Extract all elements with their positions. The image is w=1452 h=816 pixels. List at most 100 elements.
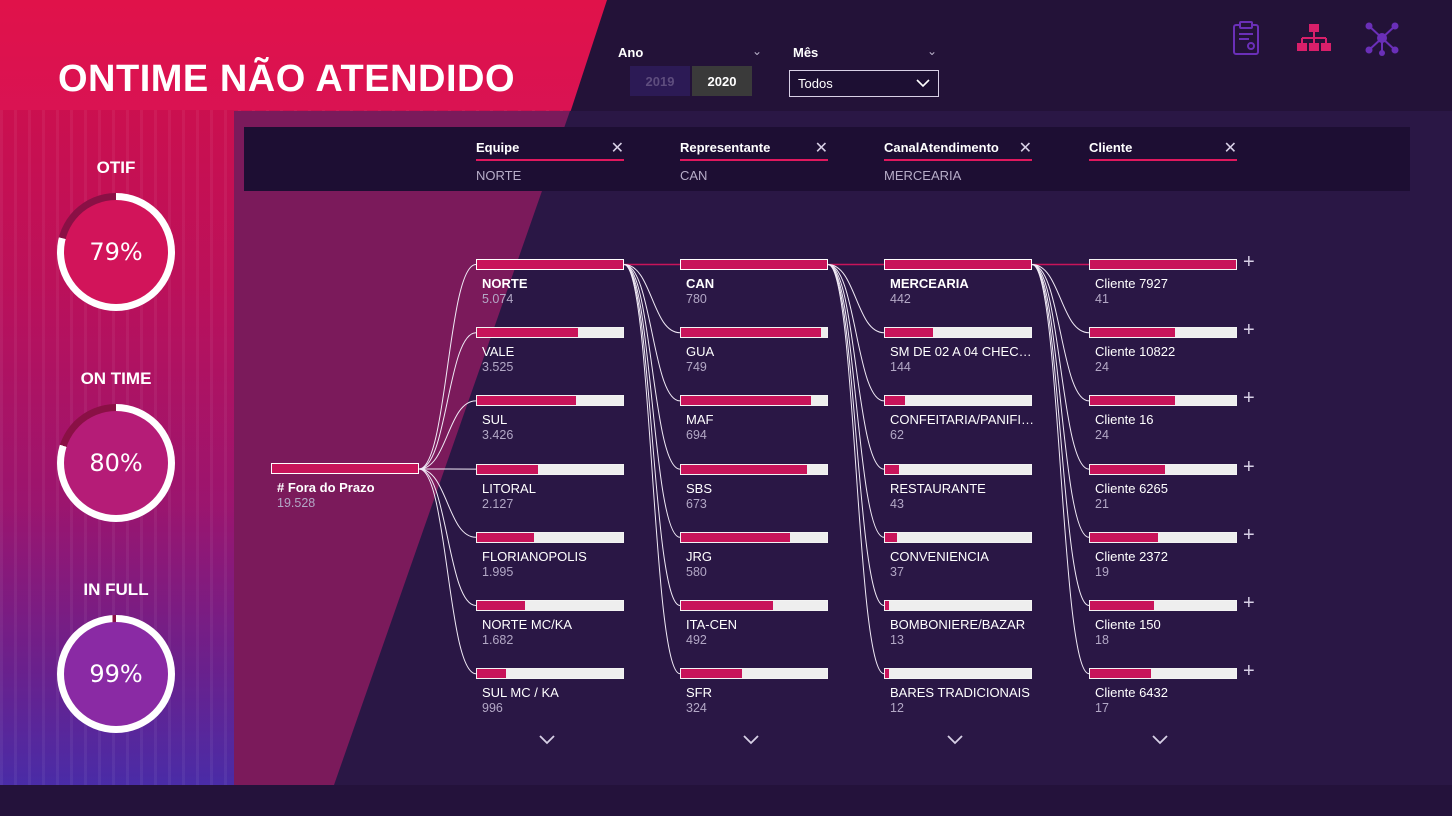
chevron-down-icon[interactable]: ⌄ — [752, 44, 762, 58]
close-icon[interactable]: ✕ — [611, 138, 624, 158]
tree-node[interactable]: RESTAURANTE 43 — [884, 464, 1032, 511]
tree-root-node[interactable]: # Fora do Prazo 19.528 — [271, 463, 419, 510]
expand-plus-icon[interactable]: + — [1243, 592, 1255, 615]
tree-node[interactable]: SM DE 02 A 04 CHECK... 144 — [884, 327, 1036, 374]
node-label: BOMBONIERE/BAZAR — [890, 617, 1026, 632]
chevron-down-icon[interactable] — [741, 730, 761, 750]
expand-plus-icon[interactable]: + — [1243, 524, 1255, 547]
tree-node[interactable]: CAN 780 — [680, 259, 828, 306]
kpi-ring: 79% — [57, 193, 175, 311]
tree-node[interactable]: Cliente 6432 17 + — [1089, 660, 1255, 715]
node-bar-fill — [885, 669, 889, 678]
close-icon[interactable]: ✕ — [1224, 138, 1237, 158]
node-value: 442 — [890, 292, 911, 306]
tree-node[interactable]: CONFEITARIA/PANIFIC... 62 — [884, 395, 1036, 442]
close-icon[interactable]: ✕ — [815, 138, 828, 158]
node-value: 996 — [482, 701, 503, 715]
expand-plus-icon[interactable]: + — [1243, 660, 1255, 683]
report-clipboard-icon[interactable] — [1228, 20, 1264, 56]
node-bar — [680, 600, 828, 611]
chevron-down-icon[interactable]: ⌄ — [927, 44, 937, 58]
node-bar-fill — [885, 328, 933, 337]
node-bar-fill — [477, 669, 506, 678]
node-label: RESTAURANTE — [890, 481, 986, 496]
tree-node[interactable]: LITORAL 2.127 — [476, 464, 624, 511]
tree-node[interactable]: Cliente 10822 24 + — [1089, 319, 1255, 374]
node-bar — [680, 464, 828, 475]
node-value: 3.525 — [482, 360, 514, 374]
tree-node[interactable]: Cliente 2372 19 + — [1089, 524, 1255, 579]
node-bar — [476, 464, 624, 475]
tree-node[interactable]: BOMBONIERE/BAZAR 13 — [884, 600, 1032, 647]
node-bar — [680, 259, 828, 270]
tree-node[interactable]: VALE 3.525 — [476, 327, 624, 374]
node-bar-fill — [1090, 601, 1155, 610]
node-bar — [1089, 532, 1237, 543]
tree-node[interactable]: Cliente 150 18 + — [1089, 592, 1255, 647]
node-label: ITA-CEN — [686, 617, 738, 632]
node-value: 12 — [890, 701, 904, 715]
tree-node[interactable]: SFR 324 — [680, 668, 828, 715]
level-title: Equipe — [476, 140, 624, 161]
tree-node[interactable]: MAF 694 — [680, 395, 828, 442]
node-bar — [680, 532, 828, 543]
node-value: 749 — [686, 360, 707, 374]
tree-node[interactable]: GUA 749 — [680, 327, 828, 374]
node-value: 1.682 — [482, 633, 514, 647]
network-icon[interactable] — [1364, 20, 1400, 56]
tree-node[interactable]: JRG 580 — [680, 532, 828, 579]
year-filter-label: Ano — [618, 45, 644, 60]
expand-plus-icon[interactable]: + — [1243, 387, 1255, 410]
expand-plus-icon[interactable]: + — [1243, 319, 1255, 342]
node-bar-fill — [681, 669, 742, 678]
bottom-strip — [0, 785, 1452, 816]
tree-node[interactable]: Cliente 6265 21 + — [1089, 456, 1255, 511]
node-value: 3.426 — [482, 428, 514, 442]
expand-plus-icon[interactable]: + — [1243, 456, 1255, 479]
tree-node[interactable]: FLORIANOPOLIS 1.995 — [476, 532, 624, 579]
node-bar-fill — [1090, 669, 1151, 678]
tree-node[interactable]: NORTE 5.074 — [476, 259, 624, 306]
level-title: Representante — [680, 140, 828, 161]
node-value: 5.074 — [482, 292, 514, 306]
node-value: 694 — [686, 428, 707, 442]
tree-node[interactable]: MERCEARIA 442 — [884, 259, 1032, 306]
node-bar — [884, 259, 1032, 270]
kpi-label: ON TIME — [80, 369, 152, 388]
chevron-down-icon[interactable] — [945, 730, 965, 750]
node-bar-fill — [681, 465, 807, 474]
tree-node[interactable]: SUL 3.426 — [476, 395, 624, 442]
node-bar — [1089, 464, 1237, 475]
kpi-label: IN FULL — [83, 580, 149, 599]
node-bar-fill — [885, 533, 898, 542]
chevron-down-icon[interactable] — [1150, 730, 1170, 750]
node-label: GUA — [686, 344, 715, 359]
chevron-down-icon[interactable] — [537, 730, 557, 750]
tree-node[interactable]: SUL MC / KA 996 — [476, 668, 624, 715]
node-value: 19 — [1095, 565, 1109, 579]
node-value: 324 — [686, 701, 707, 715]
node-bar — [884, 668, 1032, 679]
tree-node[interactable]: ITA-CEN 492 — [680, 600, 828, 647]
tree-node[interactable]: CONVENIENCIA 37 — [884, 532, 1032, 579]
node-value: 24 — [1095, 360, 1109, 374]
tree-node[interactable]: SBS 673 — [680, 464, 828, 511]
year-button-2020[interactable]: 2020 — [692, 66, 752, 96]
year-button-2019[interactable]: 2019 — [630, 66, 690, 96]
month-select[interactable]: Todos — [789, 70, 939, 97]
node-bar-fill — [477, 465, 539, 474]
close-icon[interactable]: ✕ — [1019, 138, 1032, 158]
node-bar — [476, 395, 624, 406]
node-value: 41 — [1095, 292, 1109, 306]
tree-node[interactable]: NORTE MC/KA 1.682 — [476, 600, 624, 647]
node-bar-fill — [885, 465, 900, 474]
tree-node[interactable]: Cliente 7927 41 + — [1089, 251, 1255, 306]
hierarchy-icon[interactable] — [1296, 20, 1332, 56]
node-label: SBS — [686, 481, 713, 496]
node-bar — [476, 259, 624, 270]
tree-node[interactable]: BARES TRADICIONAIS 12 — [884, 668, 1032, 715]
node-label: NORTE MC/KA — [482, 617, 573, 632]
node-label: SUL — [482, 412, 508, 427]
expand-plus-icon[interactable]: + — [1243, 251, 1255, 274]
tree-node[interactable]: Cliente 16 24 + — [1089, 387, 1255, 442]
